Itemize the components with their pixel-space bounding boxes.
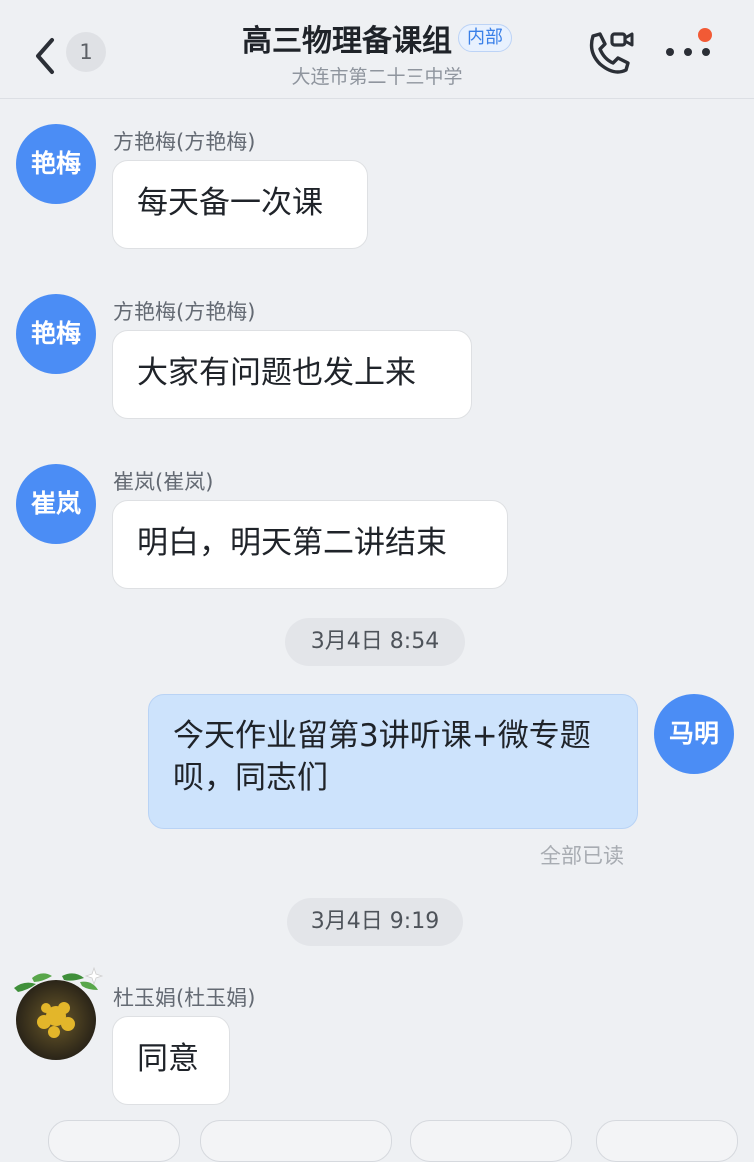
self-message-bubble[interactable]: 今天作业留第3讲听课+微专题呗，同志们 [148, 694, 638, 829]
internal-tag: 内部 [458, 24, 512, 52]
message-bubble[interactable]: 每天备一次课 [112, 160, 368, 249]
sender-name: 杜玉娟(杜玉娟) [113, 986, 256, 1010]
phone-video-icon [589, 32, 634, 74]
message-bubble[interactable]: 同意 [112, 1016, 230, 1105]
more-dot-icon [684, 48, 692, 56]
avatar[interactable] [10, 964, 104, 1064]
group-subtitle: 大连市第二十三中学 [291, 66, 463, 88]
video-call-button[interactable] [584, 30, 636, 78]
group-title: 高三物理备课组 [242, 24, 452, 59]
self-avatar[interactable]: 马明 [654, 694, 734, 774]
quick-reply-chip[interactable] [596, 1120, 738, 1162]
timestamp: 3月4日 9:19 [287, 898, 463, 946]
quick-reply-chip[interactable] [48, 1120, 180, 1162]
flower-avatar-icon [14, 966, 104, 1060]
message-bubble[interactable]: 大家有问题也发上来 [112, 330, 472, 419]
quick-reply-chip[interactable] [410, 1120, 572, 1162]
avatar[interactable]: 艳梅 [16, 294, 96, 374]
sender-name: 方艳梅(方艳梅) [113, 130, 256, 154]
sender-name: 崔岚(崔岚) [113, 470, 214, 494]
message-bubble[interactable]: 明白，明天第二讲结束 [112, 500, 508, 589]
sender-name: 方艳梅(方艳梅) [113, 300, 256, 324]
chat-header: 1 高三物理备课组 内部 大连市第二十三中学 [0, 0, 754, 99]
read-status[interactable]: 全部已读 [540, 840, 624, 870]
notification-dot [698, 28, 712, 42]
timestamp: 3月4日 8:54 [285, 618, 465, 666]
title-row[interactable]: 高三物理备课组 内部 [0, 16, 754, 60]
more-dot-icon [666, 48, 674, 56]
quick-reply-chip[interactable] [200, 1120, 392, 1162]
avatar[interactable]: 艳梅 [16, 124, 96, 204]
more-button[interactable] [662, 26, 718, 66]
more-dot-icon [702, 48, 710, 56]
avatar[interactable]: 崔岚 [16, 464, 96, 544]
